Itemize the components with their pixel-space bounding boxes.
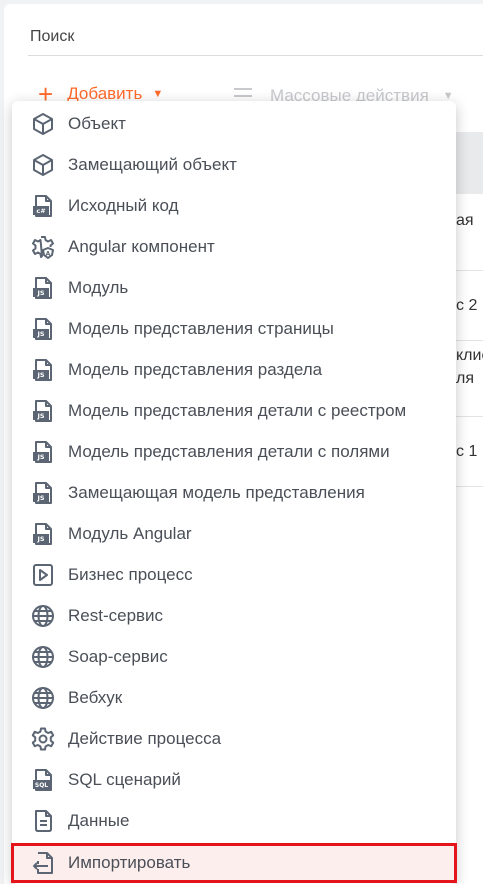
table-cell: с 1 bbox=[456, 443, 478, 460]
menu-item-label: Замещающая модель представления bbox=[68, 482, 365, 502]
svg-text:JS: JS bbox=[36, 453, 44, 461]
js-file-icon: JS bbox=[30, 275, 56, 301]
menu-item-label: Модель представления раздела bbox=[68, 359, 323, 379]
table-cell: ая bbox=[456, 212, 474, 229]
menu-item-label: SQL сценарий bbox=[68, 769, 181, 789]
gear-icon bbox=[30, 726, 56, 752]
menu-item-object[interactable]: Объект bbox=[12, 103, 456, 144]
svg-text:JS: JS bbox=[36, 412, 44, 420]
cube-icon bbox=[30, 111, 56, 137]
menu-item-sql-script[interactable]: SQL SQL сценарий bbox=[12, 759, 456, 800]
menu-item-module[interactable]: JS Модуль bbox=[12, 267, 456, 308]
data-file-icon bbox=[30, 808, 56, 834]
globe-icon bbox=[30, 603, 56, 629]
js-file-icon: JS bbox=[30, 398, 56, 424]
add-dropdown-menu: Объект Замещающий объект c# Исходный код… bbox=[11, 101, 457, 884]
play-file-icon bbox=[30, 562, 56, 588]
menu-item-label: Исходный код bbox=[68, 195, 179, 215]
table-cell: клие bbox=[456, 347, 483, 364]
menu-item-label: Модель представления страницы bbox=[68, 318, 334, 338]
menu-item-page-view-model[interactable]: JS Модель представления страницы bbox=[12, 308, 456, 349]
svg-text:c#: c# bbox=[36, 207, 45, 215]
svg-text:JS: JS bbox=[36, 289, 44, 297]
menu-item-label: Данные bbox=[68, 810, 130, 830]
cube-icon bbox=[30, 152, 56, 178]
search-input[interactable]: Поиск bbox=[30, 28, 74, 46]
row-divider bbox=[456, 270, 483, 271]
svg-text:JS: JS bbox=[36, 494, 44, 502]
menu-item-replacing-view-model[interactable]: JS Замещающая модель представления bbox=[12, 472, 456, 513]
menu-item-label: Модель представления детали с реестром bbox=[68, 400, 407, 420]
menu-item-label: Действие процесса bbox=[68, 728, 222, 748]
menu-item-label: Модель представления детали с полями bbox=[68, 441, 390, 461]
svg-text:JS: JS bbox=[36, 535, 44, 543]
menu-item-angular-component[interactable]: A Angular компонент bbox=[12, 226, 456, 267]
sql-file-icon: SQL bbox=[30, 767, 56, 793]
menu-item-label: Импортировать bbox=[68, 853, 191, 872]
js-file-icon: JS bbox=[30, 316, 56, 342]
row-divider bbox=[456, 486, 483, 487]
chevron-down-icon: ▼ bbox=[152, 88, 164, 100]
menu-item-label: Объект bbox=[68, 113, 126, 133]
menu-item-label: Замещающий объект bbox=[68, 154, 237, 174]
menu-item-label: Бизнес процесс bbox=[68, 564, 193, 584]
menu-item-import[interactable]: Импортировать bbox=[11, 843, 457, 883]
menu-item-label: Модуль bbox=[68, 277, 129, 297]
svg-text:A: A bbox=[46, 251, 51, 258]
import-icon bbox=[30, 850, 56, 876]
csharp-file-icon: c# bbox=[30, 193, 56, 219]
svg-text:JS: JS bbox=[36, 330, 44, 338]
menu-item-detail-registry-view-model[interactable]: JS Модель представления детали с реестро… bbox=[12, 390, 456, 431]
menu-item-webhook[interactable]: Вебхук bbox=[12, 677, 456, 718]
row-divider bbox=[456, 416, 483, 417]
menu-item-label: Rest-сервис bbox=[68, 605, 164, 625]
svg-text:JS: JS bbox=[36, 371, 44, 379]
js-file-icon: JS bbox=[30, 357, 56, 383]
svg-text:SQL: SQL bbox=[35, 782, 48, 789]
table-header bbox=[455, 132, 483, 194]
menu-item-section-view-model[interactable]: JS Модель представления раздела bbox=[12, 349, 456, 390]
menu-item-source-code[interactable]: c# Исходный код bbox=[12, 185, 456, 226]
angular-gear-icon: A bbox=[30, 234, 56, 260]
menu-item-label: Модуль Angular bbox=[68, 523, 192, 543]
globe-icon bbox=[30, 644, 56, 670]
menu-item-label: Soap-сервис bbox=[68, 646, 168, 666]
js-file-icon: JS bbox=[30, 439, 56, 465]
menu-item-soap-service[interactable]: Soap-сервис bbox=[12, 636, 456, 677]
search-underline bbox=[28, 55, 483, 56]
js-file-icon: JS bbox=[30, 480, 56, 506]
menu-item-business-process[interactable]: Бизнес процесс bbox=[12, 554, 456, 595]
menu-item-rest-service[interactable]: Rest-сервис bbox=[12, 595, 456, 636]
menu-item-process-action[interactable]: Действие процесса bbox=[12, 718, 456, 759]
globe-icon bbox=[30, 685, 56, 711]
menu-item-label: Angular компонент bbox=[68, 236, 215, 256]
menu-item-label: Вебхук bbox=[68, 687, 123, 707]
menu-item-angular-module[interactable]: JS Модуль Angular bbox=[12, 513, 456, 554]
menu-item-replacing-object[interactable]: Замещающий объект bbox=[12, 144, 456, 185]
menu-item-data[interactable]: Данные bbox=[12, 800, 456, 841]
menu-item-detail-fields-view-model[interactable]: JS Модель представления детали с полями bbox=[12, 431, 456, 472]
js-file-icon: JS bbox=[30, 521, 56, 547]
table-cell: с 2 bbox=[456, 297, 478, 314]
table-cell: ля bbox=[456, 370, 474, 387]
row-divider bbox=[456, 340, 483, 341]
